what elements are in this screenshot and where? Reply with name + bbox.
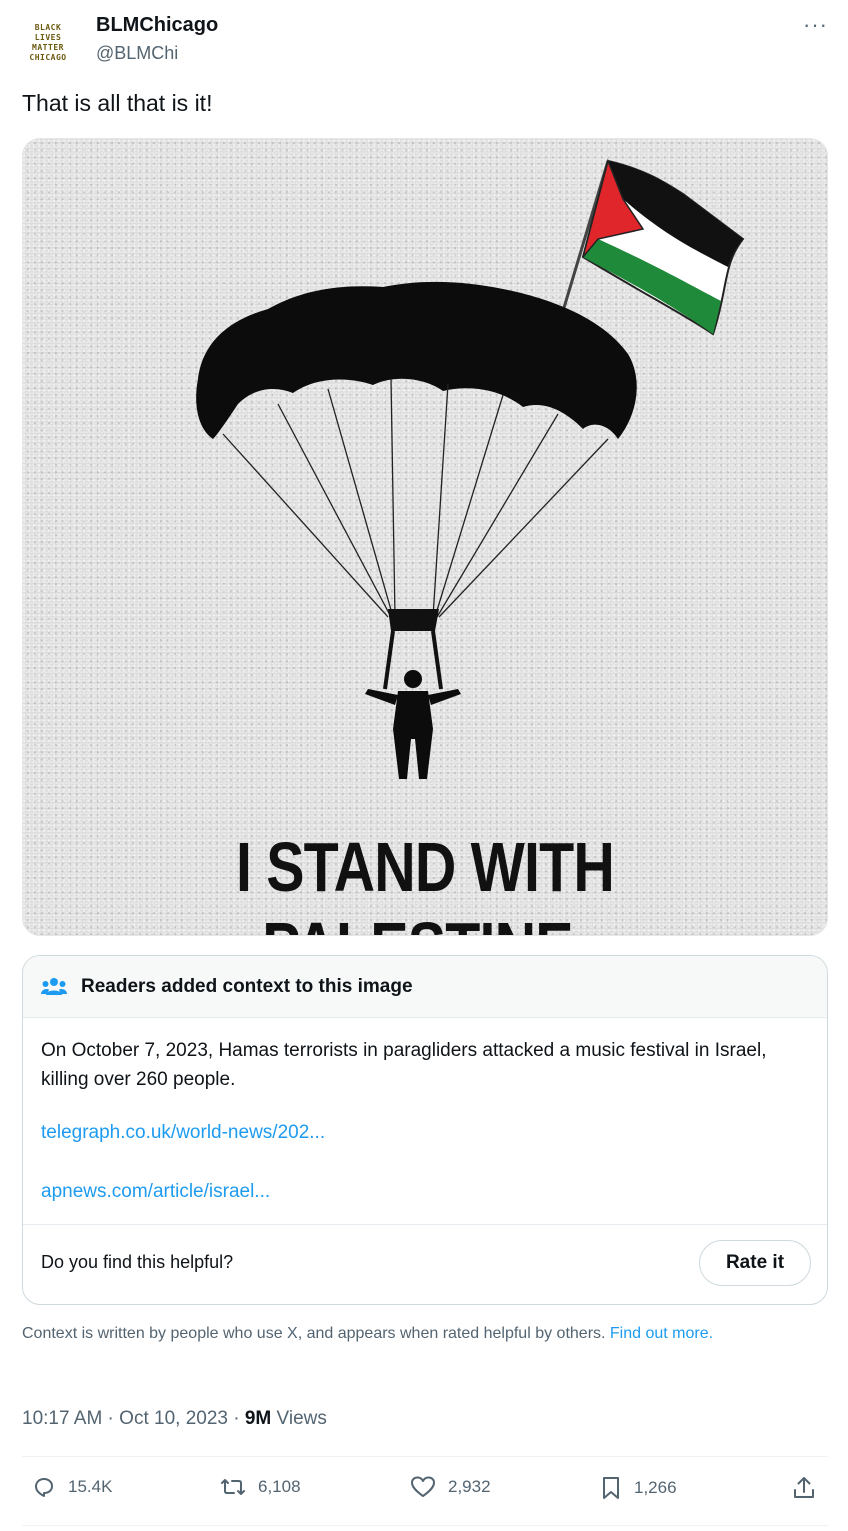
divider: [22, 1456, 828, 1457]
repost-count: 6,108: [258, 1477, 301, 1496]
avatar-text-line: BLACK: [34, 22, 62, 32]
heart-icon: [411, 1476, 435, 1497]
disclaimer-text: Context is written by people who use X, …: [22, 1325, 610, 1342]
community-note-title: Readers added context to this image: [81, 975, 413, 997]
reply-icon: [35, 1478, 53, 1497]
repost-icon: [221, 1479, 245, 1495]
bookmark-icon: [603, 1477, 619, 1499]
avatar-text-line: CHICAGO: [29, 52, 67, 62]
timestamp[interactable]: 10:17 AM · Oct 10, 2023 ·: [22, 1408, 245, 1429]
views-label: Views: [271, 1408, 327, 1429]
person-silhouette: [365, 670, 461, 779]
author-handle[interactable]: @BLMChi: [96, 43, 178, 64]
author-name[interactable]: BLMChicago: [96, 14, 218, 37]
rate-it-button[interactable]: Rate it: [699, 1240, 811, 1286]
find-out-more-link[interactable]: Find out more.: [610, 1325, 713, 1342]
avatar-text-line: MATTER: [32, 42, 64, 52]
divider: [22, 1525, 828, 1526]
tweet-text: That is all that is it!: [22, 90, 213, 116]
people-icon: [41, 977, 67, 995]
views-count: 9M: [244, 1408, 272, 1429]
bookmark-count: 1,266: [634, 1478, 677, 1497]
harness: [388, 609, 439, 631]
tweet-image[interactable]: I STAND WITH PALESTINE.: [22, 138, 828, 936]
share-button[interactable]: [792, 1475, 816, 1501]
tweet-meta: 10:17 AM · Oct 10, 2023 · 9M Views: [22, 1408, 327, 1430]
source-link-apnews[interactable]: apnews.com/article/israel...: [41, 1181, 270, 1203]
reply-count: 15.4K: [68, 1477, 113, 1496]
reply-button[interactable]: 15.4K: [32, 1475, 112, 1499]
divider: [23, 1224, 827, 1225]
context-disclaimer: Context is written by people who use X, …: [22, 1322, 822, 1346]
tweet-header: BLACK LIVES MATTER CHICAGO BLMChicago @B…: [22, 12, 828, 68]
palestine-flag-icon: [581, 158, 745, 336]
share-icon: [794, 1477, 814, 1498]
action-bar: 15.4K 6,108 2,932 1,266: [22, 1475, 828, 1515]
source-link-telegraph[interactable]: telegraph.co.uk/world-news/202...: [41, 1122, 325, 1144]
like-count: 2,932: [448, 1477, 491, 1496]
repost-button[interactable]: 6,108: [220, 1475, 301, 1499]
bookmark-button[interactable]: 1,266: [600, 1475, 677, 1501]
avatar-text-line: LIVES: [34, 32, 62, 42]
like-button[interactable]: 2,932: [410, 1475, 491, 1499]
more-options-icon[interactable]: ···: [803, 12, 828, 38]
helpful-question: Do you find this helpful?: [41, 1252, 234, 1272]
paraglider-illustration: [196, 158, 745, 779]
community-note: Readers added context to this image On O…: [22, 955, 828, 1305]
parachute-lines: [222, 378, 609, 618]
community-note-body: On October 7, 2023, Hamas terrorists in …: [41, 1040, 767, 1090]
parachute-canopy: [196, 281, 637, 439]
avatar[interactable]: BLACK LIVES MATTER CHICAGO: [22, 16, 74, 68]
community-note-header: Readers added context to this image: [23, 956, 827, 1018]
image-caption: I STAND WITH PALESTINE.: [235, 828, 615, 935]
